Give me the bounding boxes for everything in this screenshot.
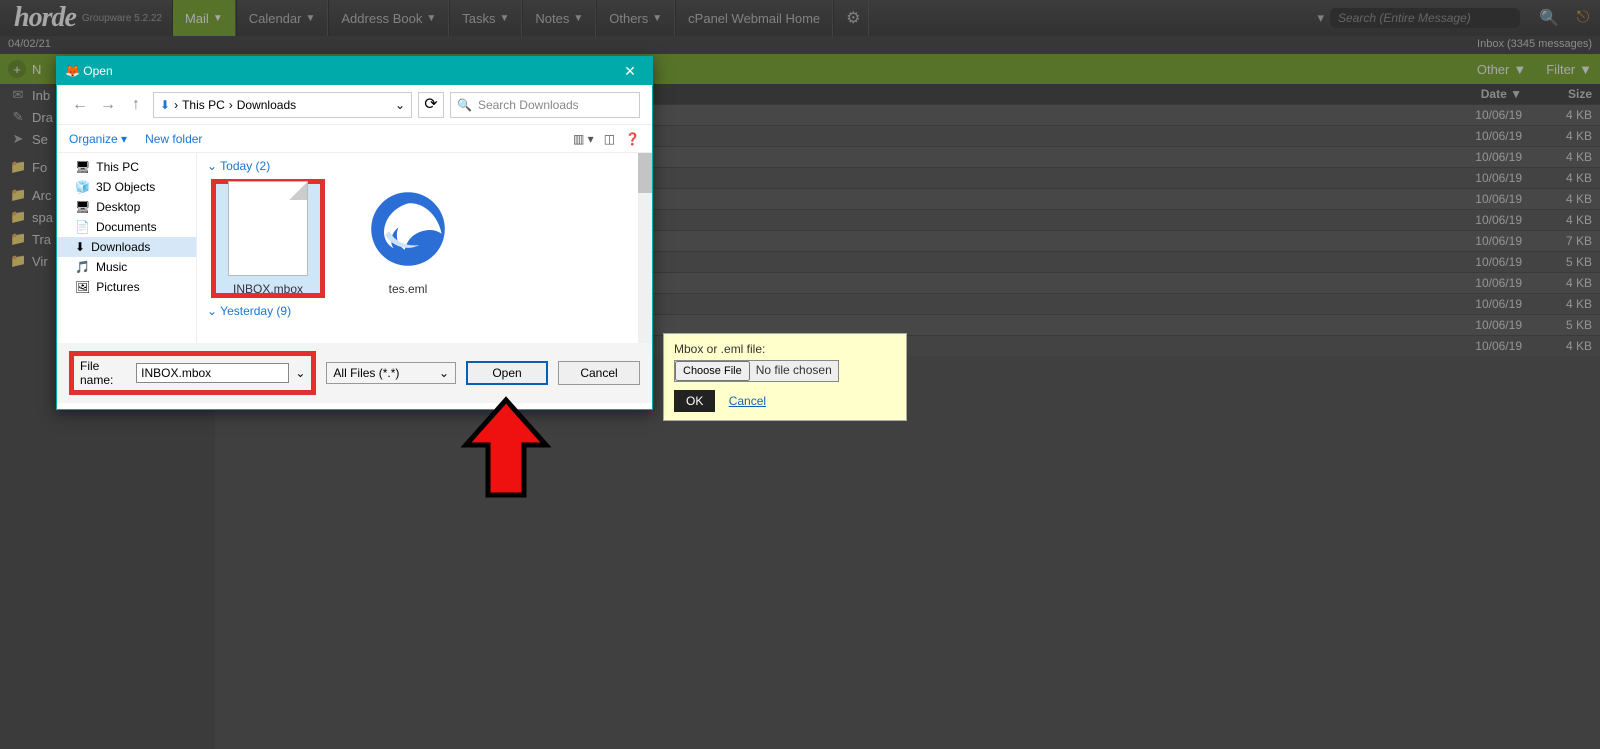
compose-label[interactable]: N xyxy=(32,62,41,77)
view-preview-icon[interactable]: ◫ xyxy=(604,132,615,146)
menu-addressbook[interactable]: Address Book▼ xyxy=(328,0,449,36)
scrollbar[interactable] xyxy=(638,153,652,343)
file-list-pane: ⌄ Today (2) INBOX.mbox tes.eml ⌄ Yesterda… xyxy=(197,153,652,343)
nav-up-icon[interactable]: ↑ xyxy=(125,94,147,116)
tree-item[interactable]: 🖥Desktop xyxy=(57,197,196,217)
downloads-icon: ⬇ xyxy=(160,98,170,112)
folder-tree-pane: 🖥This PC🧊3D Objects🖥Desktop📄Documents⬇Do… xyxy=(57,153,197,343)
import-cancel-link[interactable]: Cancel xyxy=(729,394,766,408)
file-open-dialog: 🦊 Open ✕ ← → ↑ ⬇ › This PC › Downloads ⌄… xyxy=(56,56,653,410)
column-other[interactable]: Other▼ xyxy=(1477,62,1526,77)
file-label: INBOX.mbox xyxy=(213,282,323,296)
brand-version: Groupware 5.2.22 xyxy=(82,13,162,24)
brand-logo: horde xyxy=(0,2,82,34)
choose-file-button[interactable]: Choose File xyxy=(675,361,750,381)
file-item[interactable]: tes.eml xyxy=(353,181,463,296)
import-label: Mbox or .eml file: xyxy=(674,342,896,356)
compose-plus-icon[interactable]: + xyxy=(8,60,26,78)
organize-menu[interactable]: Organize ▾ xyxy=(69,132,127,146)
menu-others[interactable]: Others▼ xyxy=(596,0,675,36)
filename-input[interactable] xyxy=(136,363,289,383)
folder-icon: ✎ xyxy=(10,109,26,125)
folder-icon: 📁 xyxy=(10,159,26,175)
import-mbox-dialog: Mbox or .eml file: Choose File No file c… xyxy=(663,333,907,421)
search-caret-icon[interactable]: ▾ xyxy=(1317,10,1324,26)
tree-icon: ⬇ xyxy=(75,240,85,254)
tree-icon: 📄 xyxy=(75,220,90,234)
tree-item[interactable]: 🎵Music xyxy=(57,257,196,277)
breadcrumb[interactable]: ⬇ › This PC › Downloads ⌄ xyxy=(153,92,412,118)
nav-fwd-icon[interactable]: → xyxy=(97,94,119,116)
tree-item[interactable]: 🖥This PC xyxy=(57,157,196,177)
tree-icon: 🖥 xyxy=(75,200,90,214)
annotation-arrow-icon xyxy=(456,395,556,505)
no-file-label: No file chosen xyxy=(750,361,838,381)
file-input[interactable]: Choose File No file chosen xyxy=(674,360,839,382)
file-page-icon xyxy=(228,181,308,276)
dialog-search-input[interactable]: 🔍 Search Downloads xyxy=(450,92,640,118)
filetype-filter[interactable]: All Files (*.*)⌄ xyxy=(326,362,456,384)
tree-icon: 🧊 xyxy=(75,180,90,194)
open-button[interactable]: Open xyxy=(466,361,548,385)
close-icon[interactable]: ✕ xyxy=(616,63,644,80)
search-icon: 🔍 xyxy=(457,98,472,112)
tree-item[interactable]: 🖼Pictures xyxy=(57,277,196,297)
inbox-count: Inbox (3345 messages) xyxy=(1477,38,1592,52)
tree-item[interactable]: 📄Documents xyxy=(57,217,196,237)
dialog-titlebar[interactable]: 🦊 Open ✕ xyxy=(57,57,652,85)
filename-highlight: File name: ⌄ xyxy=(69,351,316,395)
folder-icon: 📁 xyxy=(10,209,26,225)
folder-icon: 📁 xyxy=(10,187,26,203)
menu-mail[interactable]: Mail▼ xyxy=(172,0,236,36)
search-icon[interactable]: 🔍 xyxy=(1532,8,1566,28)
folder-icon: 📁 xyxy=(10,231,26,247)
caret-down-icon: ▼ xyxy=(213,13,223,24)
group-yesterday[interactable]: ⌄ Yesterday (9) xyxy=(207,302,642,320)
menu-tasks[interactable]: Tasks▼ xyxy=(449,0,522,36)
new-folder-button[interactable]: New folder xyxy=(145,132,202,146)
tree-icon: 🖥 xyxy=(75,160,90,174)
file-item[interactable]: INBOX.mbox xyxy=(213,181,323,296)
app-icon: 🦊 xyxy=(65,64,80,78)
menu-notes[interactable]: Notes▼ xyxy=(522,0,596,36)
cancel-button[interactable]: Cancel xyxy=(558,361,640,385)
group-today[interactable]: ⌄ Today (2) xyxy=(207,157,642,175)
search-input[interactable]: Search (Entire Message) xyxy=(1330,8,1520,28)
folder-icon: ➤ xyxy=(10,131,26,147)
dialog-title: Open xyxy=(83,64,112,78)
tree-item[interactable]: ⬇Downloads xyxy=(57,237,196,257)
folder-icon: 📁 xyxy=(10,253,26,269)
current-date: 04/02/21 xyxy=(8,38,51,52)
sort-desc-icon[interactable]: ▼ xyxy=(1510,87,1522,101)
crumb-drop-icon[interactable]: ⌄ xyxy=(395,98,405,112)
tree-icon: 🖼 xyxy=(75,280,90,294)
column-filter[interactable]: Filter▼ xyxy=(1546,62,1592,77)
thunderbird-icon xyxy=(368,181,448,276)
nav-back-icon[interactable]: ← xyxy=(69,94,91,116)
top-menubar: horde Groupware 5.2.22 Mail▼ Calendar▼ A… xyxy=(0,0,1600,36)
menu-calendar[interactable]: Calendar▼ xyxy=(236,0,329,36)
help-icon[interactable]: ❓ xyxy=(625,132,640,146)
file-label: tes.eml xyxy=(353,282,463,296)
tree-icon: 🎵 xyxy=(75,260,90,274)
menu-cpanel[interactable]: cPanel Webmail Home xyxy=(675,0,833,36)
logout-icon[interactable]: ⎋ xyxy=(1566,9,1600,27)
view-thumb-icon[interactable]: ▥ ▾ xyxy=(573,132,594,146)
filename-drop-icon[interactable]: ⌄ xyxy=(295,366,305,380)
tree-item[interactable]: 🧊3D Objects xyxy=(57,177,196,197)
filename-label: File name: xyxy=(80,359,130,387)
import-ok-button[interactable]: OK xyxy=(674,390,715,412)
settings-gear-icon[interactable]: ⚙ xyxy=(833,0,869,36)
status-bar: 04/02/21 Inbox (3345 messages) xyxy=(0,36,1600,54)
refresh-icon[interactable]: ⟳ xyxy=(418,92,444,118)
folder-icon: ✉ xyxy=(10,87,26,103)
